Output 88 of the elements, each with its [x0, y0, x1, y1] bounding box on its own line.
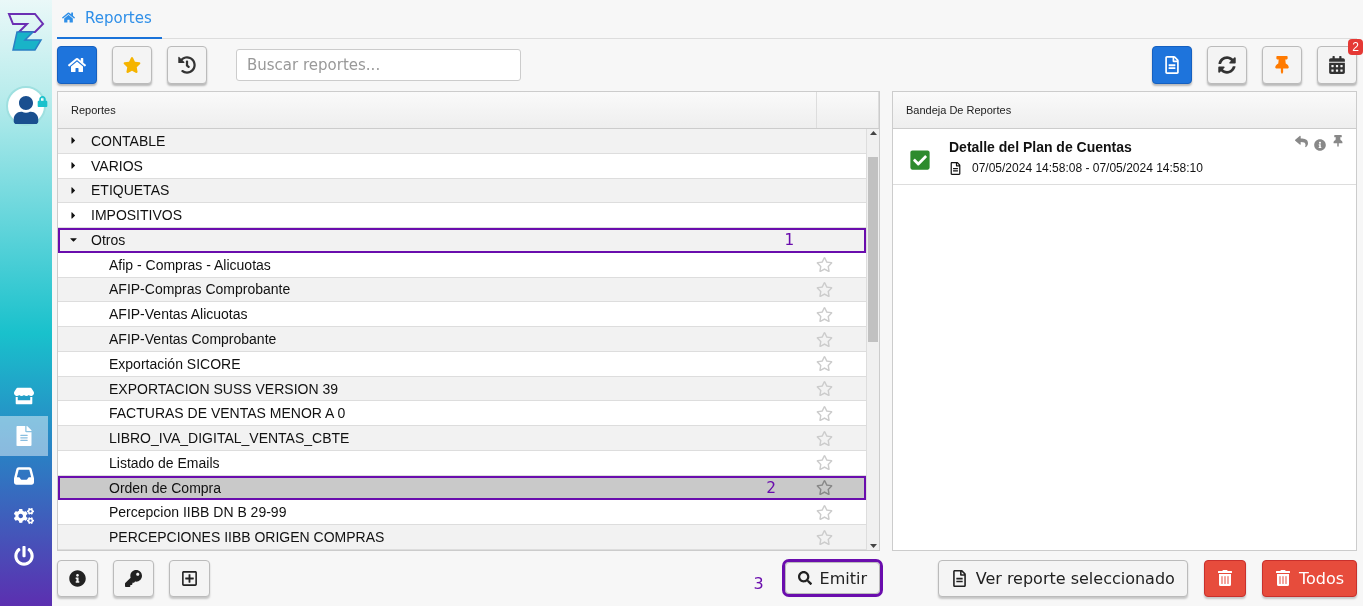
star-icon[interactable]	[816, 330, 833, 348]
store-icon	[14, 386, 34, 406]
report-label: PERCEPCIONES IIBB ORIGEN COMPRAS	[109, 529, 385, 546]
document-icon	[950, 569, 968, 587]
refresh-icon	[1218, 56, 1236, 74]
calendar-icon	[1328, 56, 1346, 74]
category-row[interactable]: ETIQUETAS	[58, 178, 866, 204]
category-row[interactable]: CONTABLE	[58, 129, 866, 154]
report-label: AFIP-Ventas Comprobante	[109, 331, 277, 347]
star-icon	[123, 56, 141, 74]
report-row[interactable]: Orden de Compra 2	[58, 475, 866, 501]
trash-icon	[1216, 570, 1233, 586]
star-icon[interactable]	[816, 355, 833, 373]
delete-button[interactable]	[1203, 559, 1246, 597]
report-row[interactable]: EXPORTACION SUSS VERSION 39	[58, 376, 866, 402]
report-label: Exportación SICORE	[109, 355, 241, 372]
scroll-up-icon[interactable]	[869, 131, 877, 135]
report-label: Percepcion IIBB DN B 29-99	[109, 504, 287, 521]
star-icon[interactable]	[816, 305, 833, 323]
home-button[interactable]	[57, 46, 97, 84]
callout-number: 2	[766, 478, 776, 498]
star-icon[interactable]	[816, 429, 833, 447]
power-icon	[14, 546, 34, 566]
callout-number: 1	[784, 230, 794, 250]
pin-button[interactable]	[1262, 46, 1302, 84]
reply-icon[interactable]	[1295, 135, 1308, 148]
star-icon[interactable]	[816, 404, 833, 422]
info-icon[interactable]	[1314, 139, 1326, 151]
callout-number: 3	[753, 573, 764, 593]
column-header: Reportes	[58, 92, 817, 128]
star-icon[interactable]	[816, 380, 833, 398]
history-button[interactable]	[167, 46, 207, 84]
star-icon[interactable]	[816, 280, 833, 298]
report-row[interactable]: LIBRO_IVA_DIGITAL_VENTAS_CBTE	[58, 426, 866, 451]
document-icon	[1163, 56, 1181, 74]
report-label: Listado de Emails	[109, 454, 220, 471]
gears-icon	[14, 506, 34, 526]
info-button[interactable]	[57, 559, 98, 597]
key-icon	[125, 569, 142, 587]
view-report-button[interactable]: Ver reporte seleccionado	[937, 559, 1188, 597]
star-icon[interactable]	[816, 454, 833, 472]
info-icon	[69, 569, 86, 587]
emit-button[interactable]: Emitir	[784, 562, 880, 594]
report-label: Afip - Compras - Alicuotas	[109, 256, 271, 273]
pin-icon	[1273, 56, 1291, 74]
delete-all-button[interactable]: Todos	[1261, 559, 1357, 597]
category-label: VARIOS	[91, 157, 143, 174]
category-label: Otros	[91, 231, 126, 248]
report-title: Detalle del Plan de Cuentas	[949, 139, 1133, 155]
category-label: ETIQUETAS	[91, 182, 170, 199]
report-row[interactable]: PERCEPCIONES IIBB ORIGEN COMPRAS	[58, 525, 866, 550]
add-button[interactable]	[169, 559, 210, 597]
trash-icon	[1274, 570, 1291, 586]
report-label: LIBRO_IVA_DIGITAL_VENTAS_CBTE	[109, 430, 350, 447]
scrollbar[interactable]	[866, 129, 879, 550]
category-row[interactable]: Otros 1	[58, 228, 866, 253]
star-icon[interactable]	[816, 503, 833, 521]
user-avatar[interactable]	[6, 86, 46, 126]
document-icon	[14, 426, 34, 446]
document-button[interactable]	[1152, 46, 1192, 84]
report-label: FACTURAS DE VENTAS MENOR A 0	[109, 405, 346, 422]
refresh-button[interactable]	[1207, 46, 1247, 84]
report-time: 07/05/2024 14:58:08 - 07/05/2024 14:58:10	[972, 161, 1203, 175]
star-icon[interactable]	[816, 256, 833, 274]
notification-badge: 2	[1348, 39, 1363, 55]
report-card[interactable]: Detalle del Plan de Cuentas 07/05/2024 14:58:08 - 07/05/2024 14:58:10	[893, 129, 1356, 185]
document-icon	[949, 161, 962, 175]
report-row[interactable]: AFIP-Compras Comprobante	[58, 277, 866, 303]
pin-icon[interactable]	[1332, 135, 1344, 147]
category-label: CONTABLE	[91, 132, 166, 149]
panel-title: Bandeja De Reportes	[905, 103, 1013, 118]
search-icon	[797, 571, 812, 585]
star-icon[interactable]	[816, 528, 833, 546]
history-icon	[178, 56, 196, 74]
report-label: Orden de Compra	[109, 479, 222, 496]
report-label: AFIP-Ventas Alicuotas	[109, 306, 248, 323]
category-label: IMPOSITIVOS	[91, 207, 182, 224]
home-icon	[68, 56, 86, 74]
report-row[interactable]: AFIP-Ventas Comprobante	[58, 327, 866, 352]
star-icon[interactable]	[816, 479, 833, 497]
logo-icon	[7, 12, 45, 52]
report-label: AFIP-Compras Comprobante	[109, 281, 291, 298]
inbox-icon	[14, 466, 34, 486]
home-icon	[62, 11, 75, 24]
search-field[interactable]: Buscar reportes...	[236, 49, 521, 81]
scroll-down-icon[interactable]	[869, 544, 877, 548]
key-button[interactable]	[113, 559, 154, 597]
report-label: EXPORTACION SUSS VERSION 39	[109, 380, 338, 397]
